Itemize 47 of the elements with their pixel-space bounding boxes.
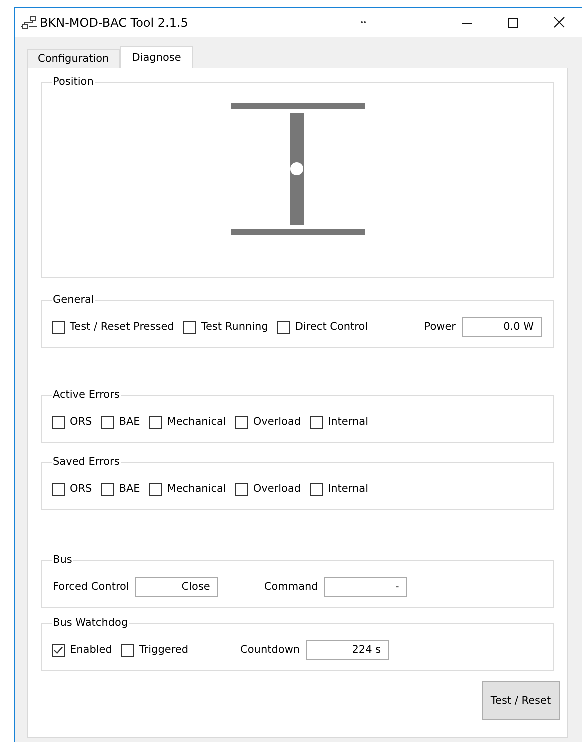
checkbox[interactable]: [277, 320, 290, 334]
checkbox[interactable]: [149, 482, 162, 496]
checkbox[interactable]: [310, 482, 324, 496]
checkbox[interactable]: [121, 644, 134, 656]
checkbox-label: Test / Reset Pressed: [70, 321, 174, 333]
checkbox-label: ORS: [70, 416, 92, 428]
checkbox[interactable]: [310, 416, 324, 428]
checkbox[interactable]: [101, 482, 114, 496]
checkbox-label: Triggered: [139, 644, 189, 656]
checkbox-label: Internal: [328, 483, 369, 495]
checkbox[interactable]: [101, 416, 114, 428]
checkbox-label: Test Running: [201, 321, 268, 333]
dots-icon: [361, 21, 366, 24]
checkbox-label: ORS: [70, 483, 92, 495]
checkbox[interactable]: [235, 482, 248, 496]
checkbox[interactable]: [235, 416, 248, 428]
checkbox[interactable]: [52, 320, 65, 334]
checkbox-label: Internal: [328, 416, 369, 428]
test-reset-button[interactable]: Test / Reset: [482, 681, 560, 720]
tab[interactable]: Diagnose: [120, 46, 194, 68]
checkbox-label: Overload: [253, 483, 302, 495]
window-title: BKN-MOD-BAC Tool 2.1.5: [40, 16, 188, 30]
value-field: Close: [135, 577, 218, 597]
field-label: Forced Control: [53, 581, 130, 593]
checkbox[interactable]: [52, 482, 65, 496]
checkbox-label: BAE: [119, 416, 140, 428]
checkbox[interactable]: [149, 416, 162, 428]
power-field: 0.0 W: [462, 317, 542, 337]
checkbox-label: BAE: [119, 483, 140, 495]
group-title: Bus Watchdog: [52, 616, 130, 630]
checkbox[interactable]: [52, 416, 65, 428]
checkbox[interactable]: [52, 644, 65, 656]
checkbox-label: Enabled: [70, 644, 112, 656]
field-label: Command: [264, 581, 318, 593]
maximize-icon[interactable]: [508, 18, 518, 28]
checkbox[interactable]: [183, 320, 196, 334]
field-label: Countdown: [240, 644, 300, 656]
checkbox-label: Overload: [253, 416, 302, 428]
checkbox-label: Mechanical: [167, 483, 226, 495]
countdown-field: 224 s: [306, 640, 390, 660]
network-icon: [21, 16, 37, 30]
tab[interactable]: Configuration: [27, 49, 120, 68]
checkbox-label: Mechanical: [167, 416, 226, 428]
checkbox-label: Direct Control: [295, 321, 368, 333]
close-icon[interactable]: [554, 17, 564, 28]
field-label: Power: [424, 321, 456, 333]
value-field: -: [324, 577, 408, 597]
